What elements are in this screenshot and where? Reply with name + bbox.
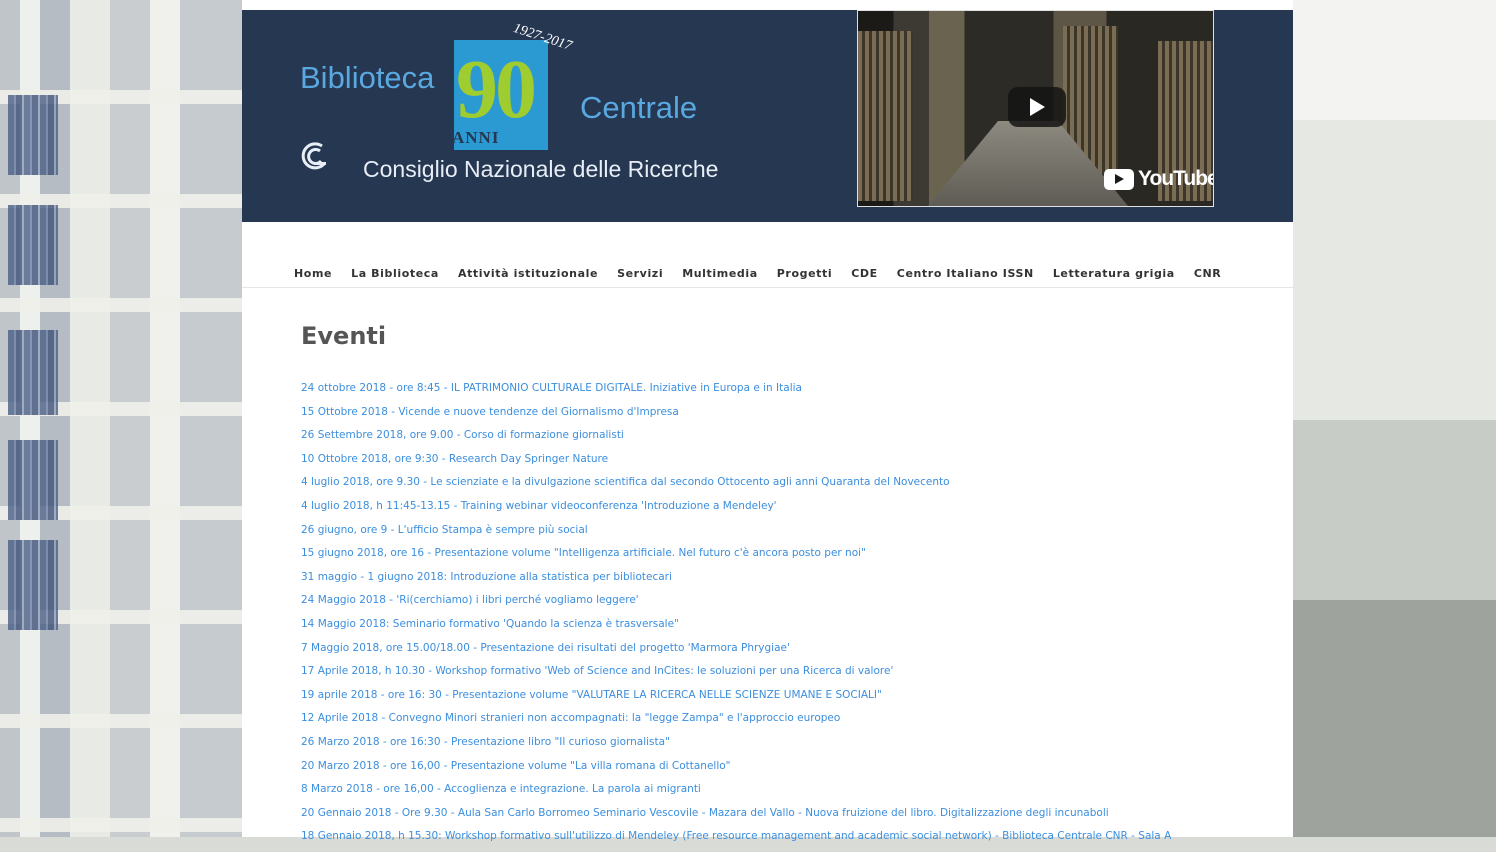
logo-text-centrale: Centrale — [580, 90, 698, 125]
event-link[interactable]: 20 Gennaio 2018 - Ore 9.30 - Aula San Ca… — [301, 805, 1261, 829]
event-link[interactable]: 7 Maggio 2018, ore 15.00/18.00 - Present… — [301, 640, 1261, 664]
video-thumbnail-shelf — [858, 31, 913, 201]
background-planter — [1293, 0, 1496, 837]
bookshelf-books — [8, 540, 58, 630]
bookshelf-books — [8, 95, 58, 175]
nav-item-attivita-istituzionale[interactable]: Attività istituzionale — [458, 267, 598, 280]
youtube-logo[interactable]: YouTube — [1104, 167, 1214, 191]
play-icon[interactable] — [1008, 87, 1066, 127]
bookshelf-books — [8, 330, 58, 415]
event-link[interactable]: 24 Maggio 2018 - 'Ri(cerchiamo) i libri … — [301, 592, 1261, 616]
content-area: Eventi — [301, 322, 1261, 350]
main-container: Biblioteca 90 1927-2017 ANNI Centrale Co… — [242, 0, 1293, 842]
event-link[interactable]: 18 Gennaio 2018, h 15.30: Workshop forma… — [301, 828, 1261, 852]
youtube-wordmark: YouTube — [1138, 167, 1214, 190]
event-link[interactable]: 26 Settembre 2018, ore 9.00 - Corso di f… — [301, 427, 1261, 451]
nav-item-cnr[interactable]: CNR — [1194, 267, 1222, 280]
event-link[interactable]: 4 luglio 2018, h 11:45-13.15 - Training … — [301, 498, 1261, 522]
events-list: 24 ottobre 2018 - ore 8:45 - IL PATRIMON… — [301, 380, 1261, 852]
nav-item-centro-italiano-issn[interactable]: Centro Italiano ISSN — [897, 267, 1034, 280]
nav-item-cde[interactable]: CDE — [851, 267, 878, 280]
cnr-logo-icon — [301, 142, 326, 170]
event-link[interactable]: 15 Ottobre 2018 - Vicende e nuove tenden… — [301, 404, 1261, 428]
youtube-play-badge-icon — [1104, 168, 1134, 190]
logo-text-biblioteca: Biblioteca — [300, 60, 435, 95]
event-link[interactable]: 15 giugno 2018, ore 16 - Presentazione v… — [301, 545, 1261, 569]
background-library-photo-left — [0, 0, 242, 837]
nav-item-home[interactable]: Home — [294, 267, 332, 280]
nav-item-la-biblioteca[interactable]: La Biblioteca — [351, 267, 439, 280]
event-link[interactable]: 12 Aprile 2018 - Convegno Minori stranie… — [301, 710, 1261, 734]
bookshelf-books — [8, 205, 58, 285]
event-link[interactable]: 14 Maggio 2018: Seminario formativo 'Qua… — [301, 616, 1261, 640]
event-link[interactable]: 10 Ottobre 2018, ore 9:30 - Research Day… — [301, 451, 1261, 475]
event-link[interactable]: 26 Marzo 2018 - ore 16:30 - Presentazion… — [301, 734, 1261, 758]
logo-anni: ANNI — [452, 128, 500, 147]
bookshelf-books — [8, 440, 58, 520]
site-header: Biblioteca 90 1927-2017 ANNI Centrale Co… — [242, 10, 1293, 222]
logo-anniversary-number: 90 — [456, 43, 537, 136]
page-title: Eventi — [301, 322, 387, 350]
main-nav: Home La Biblioteca Attività istituzional… — [294, 267, 1240, 280]
event-link[interactable]: 19 aprile 2018 - ore 16: 30 - Presentazi… — [301, 687, 1261, 711]
nav-divider — [242, 287, 1293, 288]
event-link[interactable]: 8 Marzo 2018 - ore 16,00 - Accoglienza e… — [301, 781, 1261, 805]
nav-item-servizi[interactable]: Servizi — [617, 267, 663, 280]
nav-item-letteratura-grigia[interactable]: Letteratura grigia — [1053, 267, 1175, 280]
site-logo[interactable]: Biblioteca 90 1927-2017 ANNI Centrale Co… — [242, 10, 842, 222]
logo-organization-name: Consiglio Nazionale delle Ricerche — [363, 156, 719, 182]
event-link[interactable]: 17 Aprile 2018, h 10.30 - Workshop forma… — [301, 663, 1261, 687]
event-link[interactable]: 31 maggio - 1 giugno 2018: Introduzione … — [301, 569, 1261, 593]
youtube-video-embed[interactable]: YouTube — [857, 10, 1214, 207]
event-link[interactable]: 26 giugno, ore 9 - L'ufficio Stampa è se… — [301, 522, 1261, 546]
event-link[interactable]: 20 Marzo 2018 - ore 16,00 - Presentazion… — [301, 758, 1261, 782]
nav-item-multimedia[interactable]: Multimedia — [682, 267, 758, 280]
event-link[interactable]: 4 luglio 2018, ore 9.30 - Le scienziate … — [301, 474, 1261, 498]
nav-item-progetti[interactable]: Progetti — [777, 267, 832, 280]
event-link[interactable]: 24 ottobre 2018 - ore 8:45 - IL PATRIMON… — [301, 380, 1261, 404]
